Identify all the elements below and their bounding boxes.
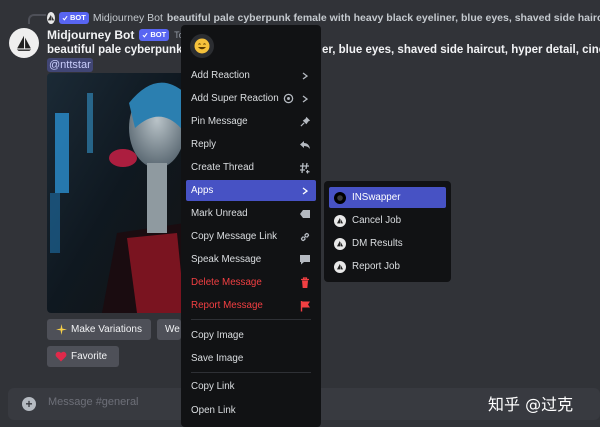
menu-create-thread[interactable]: Create Thread [186, 157, 316, 178]
speak-icon [299, 254, 311, 266]
app-cancel-job-label: Cancel Job [352, 215, 402, 226]
menu-copy-image[interactable]: Copy Image [186, 325, 316, 346]
menu-add-super-reaction[interactable]: Add Super Reaction [186, 88, 316, 109]
message-input[interactable]: Message #general [48, 396, 139, 408]
menu-add-reaction[interactable]: Add Reaction [186, 65, 316, 86]
menu-speak-message-label: Speak Message [191, 254, 262, 265]
menu-apps-label: Apps [191, 185, 214, 196]
menu-reply[interactable]: Reply [186, 134, 316, 155]
sparkles-icon [55, 324, 67, 336]
message-text-tail: er, blue eyes, shaved side haircut, hype… [322, 44, 600, 56]
menu-copy-message-link[interactable]: Copy Message Link [186, 226, 316, 247]
menu-speak-message[interactable]: Speak Message [186, 249, 316, 270]
pin-icon [299, 116, 311, 128]
chevron-right-icon [299, 93, 311, 105]
author-avatar[interactable] [9, 28, 39, 58]
menu-open-link[interactable]: Open Link [186, 400, 316, 421]
message-context-menu: Add Reaction Add Super Reaction Pin Mess… [181, 25, 321, 427]
menu-copy-image-label: Copy Image [191, 330, 244, 341]
sailboat-icon [16, 35, 32, 51]
menu-separator [191, 319, 311, 320]
web-button-label: We [165, 324, 180, 335]
reply-author[interactable]: Midjourney Bot [93, 12, 163, 24]
heart-icon [55, 351, 67, 363]
menu-open-link-label: Open Link [191, 405, 236, 416]
menu-copy-message-link-label: Copy Message Link [191, 231, 278, 242]
message-author[interactable]: Midjourney Bot [47, 28, 134, 42]
reply-icon [299, 139, 311, 151]
menu-report-message[interactable]: Report Message [186, 295, 316, 316]
midjourney-app-icon [334, 214, 346, 227]
app-dm-results[interactable]: DM Results [329, 233, 446, 254]
chevron-right-icon [299, 70, 311, 82]
app-report-job-label: Report Job [352, 261, 400, 272]
menu-add-super-reaction-label: Add Super Reaction [191, 93, 279, 104]
super-reaction-icon [282, 93, 294, 105]
message-text-start: beautiful pale cyberpunk fe [47, 44, 196, 56]
link-icon [299, 231, 311, 243]
sailboat-icon [47, 14, 55, 21]
app-cancel-job[interactable]: Cancel Job [329, 210, 446, 231]
menu-add-super-reaction-icons [282, 93, 311, 105]
menu-mark-unread[interactable]: Mark Unread [186, 203, 316, 224]
menu-separator [191, 372, 311, 373]
generated-image[interactable] [47, 73, 185, 313]
menu-mark-unread-label: Mark Unread [191, 208, 248, 219]
check-icon [142, 32, 148, 38]
menu-pin-message-label: Pin Message [191, 116, 248, 127]
favorite-label: Favorite [71, 351, 108, 362]
app-inswapper[interactable]: INSwapper [329, 187, 446, 208]
midjourney-app-icon [334, 237, 346, 250]
reply-bot-badge-label: BOT [70, 13, 86, 22]
menu-save-image[interactable]: Save Image [186, 348, 316, 369]
reply-text: beautiful pale cyberpunk female with hea… [166, 12, 600, 24]
reply-bot-badge: BOT [59, 12, 89, 24]
menu-report-message-label: Report Message [191, 300, 263, 311]
reply-spine [28, 14, 46, 24]
menu-create-thread-label: Create Thread [191, 162, 254, 173]
add-attachment-icon[interactable]: + [22, 397, 36, 411]
app-report-job[interactable]: Report Job [329, 256, 446, 277]
midjourney-app-icon [334, 260, 346, 273]
menu-delete-message-label: Delete Message [191, 277, 262, 288]
chevron-right-icon [299, 185, 311, 197]
message-bot-badge-label: BOT [150, 30, 167, 39]
menu-add-reaction-label: Add Reaction [191, 70, 250, 81]
reply-avatar [47, 12, 55, 24]
menu-copy-link-label: Copy Link [191, 381, 235, 392]
make-variations-button[interactable]: Make Variations [47, 319, 151, 340]
quick-reaction[interactable] [190, 34, 214, 58]
menu-apps[interactable]: Apps [186, 180, 316, 201]
watermark: 知乎 @过克 [488, 395, 574, 414]
check-icon [62, 15, 68, 21]
trash-icon [299, 276, 311, 289]
apps-submenu: INSwapper Cancel Job DM Results Report J… [324, 181, 451, 282]
menu-copy-link[interactable]: Copy Link [186, 376, 316, 397]
reply-reference[interactable]: BOT Midjourney Bot beautiful pale cyberp… [47, 11, 600, 25]
make-variations-label: Make Variations [71, 324, 142, 335]
menu-delete-message[interactable]: Delete Message [186, 272, 316, 293]
cyberpunk-portrait-image [47, 73, 185, 313]
inswapper-app-icon [334, 191, 346, 204]
menu-save-image-label: Save Image [191, 353, 244, 364]
favorite-button[interactable]: Favorite [47, 346, 119, 367]
mark-unread-icon [299, 208, 311, 220]
smile-emoji-icon [194, 38, 210, 54]
menu-pin-message[interactable]: Pin Message [186, 111, 316, 132]
flag-icon [299, 300, 311, 312]
message-bot-badge: BOT [139, 29, 170, 41]
web-button[interactable]: We [157, 319, 181, 340]
menu-reply-label: Reply [191, 139, 217, 150]
app-inswapper-label: INSwapper [352, 192, 401, 203]
app-dm-results-label: DM Results [352, 238, 403, 249]
thread-icon [299, 162, 311, 174]
user-mention[interactable]: @nttstar [47, 58, 93, 72]
